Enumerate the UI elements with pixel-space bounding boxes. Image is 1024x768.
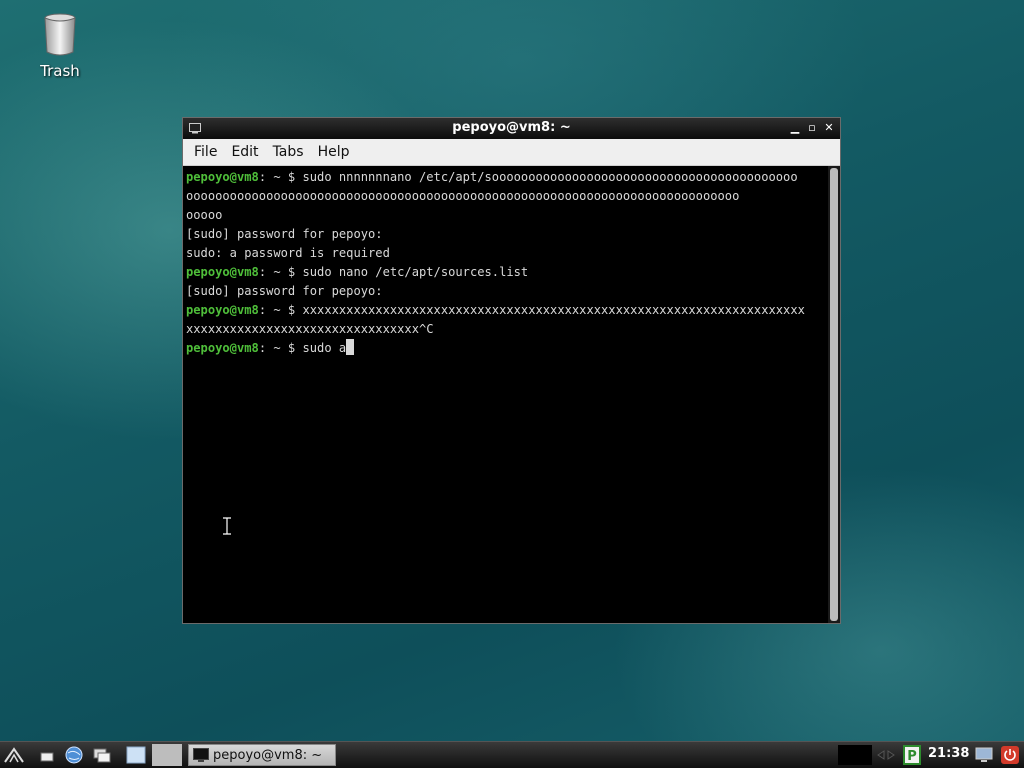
- clock[interactable]: 21:38: [928, 746, 969, 761]
- terminal-line-text: oooooooooooooooooooooooooooooooooooooooo…: [186, 189, 740, 203]
- taskbar-task-label: pepoyo@vm8: ~: [213, 747, 323, 763]
- maximize-icon[interactable]: ▫: [805, 120, 819, 136]
- window-titlebar[interactable]: pepoyo@vm8: ~ ▁ ▫ ✕: [183, 118, 840, 139]
- terminal-line: ooooo: [186, 206, 825, 225]
- taskbar-task-terminal[interactable]: pepoyo@vm8: ~: [188, 744, 336, 766]
- minimize-icon[interactable]: ▁: [788, 120, 802, 136]
- text-cursor-icon: [223, 517, 231, 535]
- scrollbar-thumb[interactable]: [830, 168, 838, 621]
- taskbar: pepoyo@vm8: ~ P 21:38: [0, 741, 1024, 768]
- terminal-output[interactable]: pepoyo@vm8: ~ $ sudo nnnnnnnano /etc/apt…: [183, 166, 828, 623]
- terminal-prompt: pepoyo@vm8: [186, 303, 259, 317]
- terminal-line: pepoyo@vm8: ~ $ sudo a: [186, 339, 825, 358]
- terminal-line-text: [sudo] password for pepoyo:: [186, 284, 383, 298]
- terminal-line-text: ooooo: [186, 208, 223, 222]
- terminal-prompt: pepoyo@vm8: [186, 265, 259, 279]
- terminal-line: pepoyo@vm8: ~ $ sudo nnnnnnnano /etc/apt…: [186, 168, 825, 187]
- terminal-line: pepoyo@vm8: ~ $ sudo nano /etc/apt/sourc…: [186, 263, 825, 282]
- browser-icon[interactable]: [64, 745, 84, 765]
- screen-icon[interactable]: [974, 745, 994, 765]
- terminal-line-text: [sudo] password for pepoyo:: [186, 227, 383, 241]
- trash-icon: [44, 13, 76, 56]
- svg-text:P: P: [907, 749, 917, 764]
- terminal-prompt: pepoyo@vm8: [186, 341, 259, 355]
- terminal-line: xxxxxxxxxxxxxxxxxxxxxxxxxxxxxxxx^C: [186, 320, 825, 339]
- menu-help[interactable]: Help: [311, 144, 357, 160]
- power-icon[interactable]: [1000, 745, 1020, 765]
- terminal-line-text: xxxxxxxxxxxxxxxxxxxxxxxxxxxxxxxxxxxxxxxx…: [302, 303, 805, 317]
- terminal-prompt-suffix: : ~ $: [258, 265, 303, 279]
- terminal-line-text: xxxxxxxxxxxxxxxxxxxxxxxxxxxxxxxx^C: [186, 322, 434, 336]
- terminal-line-text: sudo: a password is required: [186, 246, 390, 260]
- menu-tabs[interactable]: Tabs: [266, 144, 311, 160]
- terminal-prompt-suffix: : ~ $: [258, 303, 303, 317]
- terminal-icon: [193, 748, 209, 762]
- terminal-line: sudo: a password is required: [186, 244, 825, 263]
- minimize-all-icon[interactable]: [38, 745, 58, 765]
- menu-edit[interactable]: Edit: [224, 144, 265, 160]
- terminal-line: oooooooooooooooooooooooooooooooooooooooo…: [186, 187, 825, 206]
- start-menu-icon[interactable]: [4, 745, 24, 765]
- desktop-switcher-icon[interactable]: [126, 745, 146, 765]
- window-title: pepoyo@vm8: ~: [452, 120, 571, 135]
- menu-file[interactable]: File: [187, 144, 224, 160]
- terminal-caret: [346, 339, 355, 355]
- terminal-line: pepoyo@vm8: ~ $ xxxxxxxxxxxxxxxxxxxxxxxx…: [186, 301, 825, 320]
- terminal-line-text: sudo a: [302, 341, 347, 355]
- vertical-scrollbar[interactable]: [828, 166, 840, 623]
- menu-bar: File Edit Tabs Help: [183, 139, 840, 166]
- terminal-line-text: sudo nnnnnnnano /etc/apt/soooooooooooooo…: [302, 170, 798, 184]
- desktop-icon-trash[interactable]: Trash: [24, 12, 96, 80]
- terminal-prompt: pepoyo@vm8: [186, 170, 259, 184]
- terminal-prompt-suffix: : ~ $: [258, 170, 303, 184]
- close-icon[interactable]: ✕: [822, 120, 836, 136]
- desktop-pager-slot[interactable]: [152, 744, 182, 766]
- terminal-prompt-suffix: : ~ $: [258, 341, 303, 355]
- network-icon[interactable]: [876, 745, 896, 765]
- desktop-icon-label: Trash: [40, 62, 80, 80]
- terminal-line: [sudo] password for pepoyo:: [186, 225, 825, 244]
- terminal-line-text: sudo nano /etc/apt/sources.list: [302, 265, 529, 279]
- tray-placeholder: [838, 745, 872, 765]
- terminal-window[interactable]: pepoyo@vm8: ~ ▁ ▫ ✕ File Edit Tabs Help …: [182, 117, 841, 624]
- terminal-line: [sudo] password for pepoyo:: [186, 282, 825, 301]
- package-updater-icon[interactable]: P: [902, 745, 922, 765]
- file-manager-icon[interactable]: [92, 745, 112, 765]
